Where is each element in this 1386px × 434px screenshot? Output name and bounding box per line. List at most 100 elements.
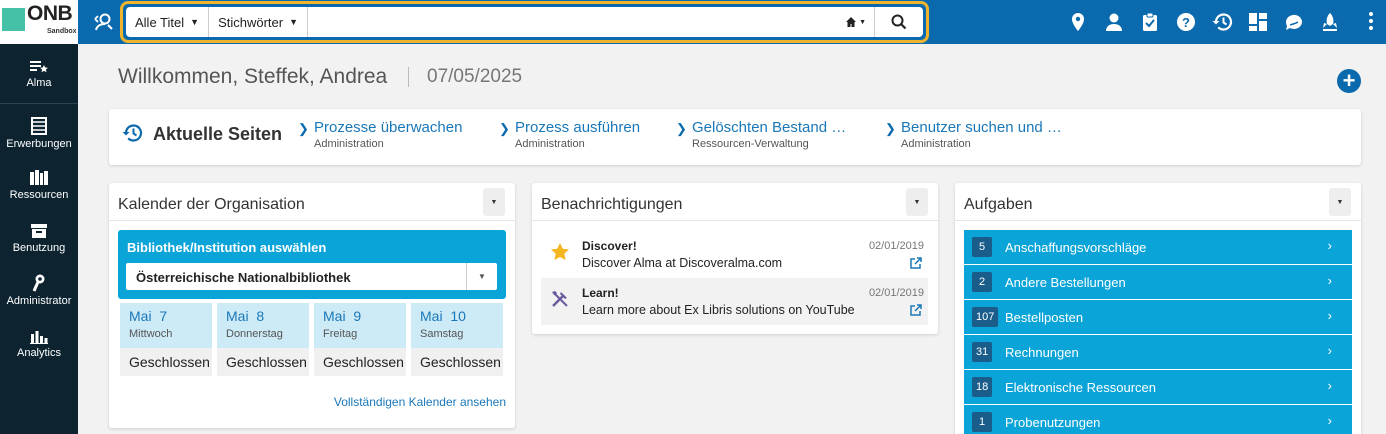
calendar-day[interactable]: Mai 9 Freitag Geschlossen: [314, 303, 406, 376]
sidebar-item-label: Administrator: [6, 295, 72, 307]
sidebar-item-alma[interactable]: Alma: [0, 60, 78, 89]
task-item[interactable]: 31 Rechnungen ›: [964, 335, 1352, 369]
task-label: Andere Bestellungen: [1005, 275, 1126, 290]
books-icon: [30, 170, 48, 185]
sidebar-item-analytics[interactable]: Analytics: [0, 330, 78, 359]
calendar-day-weekday: Samstag: [420, 328, 464, 340]
box-icon: [31, 224, 47, 238]
logo[interactable]: ONB Sandbox: [0, 0, 78, 44]
panel-title: Benachrichtigungen: [541, 196, 683, 213]
calendar-day[interactable]: Mai 10 Samstag Geschlossen: [411, 303, 503, 376]
launch-icon[interactable]: [1318, 10, 1342, 34]
panel-menu-button[interactable]: ▼: [1329, 188, 1351, 216]
recent-link-sub: Administration: [515, 138, 585, 150]
more-menu-icon[interactable]: [1368, 10, 1378, 34]
notification-title: Discover!: [582, 239, 637, 253]
task-item[interactable]: 5 Anschaffungsvorschläge ›: [964, 230, 1352, 264]
sidebar-item-erwerbungen[interactable]: Erwerbungen: [0, 117, 78, 150]
task-count-badge: 18: [972, 377, 993, 397]
logo-text: ONB: [27, 2, 73, 25]
chevron-down-icon: ▼: [490, 198, 498, 206]
chevron-down-icon: ▼: [289, 17, 299, 27]
task-item[interactable]: 18 Elektronische Ressourcen ›: [964, 370, 1352, 404]
history-icon[interactable]: [1210, 10, 1234, 34]
external-link-icon[interactable]: [910, 303, 922, 321]
task-count-badge: 107: [972, 307, 999, 327]
history-icon: [121, 122, 143, 149]
task-item[interactable]: 107 Bestellposten ›: [964, 300, 1352, 334]
calendar-day-status: Geschlossen: [314, 348, 406, 376]
institution-select[interactable]: Österreichische Nationalbibliothek ▼: [126, 263, 497, 290]
add-widget-button[interactable]: +: [1337, 69, 1361, 93]
sidebar-item-label: Alma: [26, 77, 52, 89]
task-item[interactable]: 1 Probenutzungen ›: [964, 405, 1352, 434]
clipboard-icon[interactable]: [1138, 10, 1162, 34]
calendar-day[interactable]: Mai 7 Mittwoch Geschlossen: [120, 303, 212, 376]
bar-chart-icon: [30, 331, 48, 344]
calendar-day[interactable]: Mai 8 Donnerstag Geschlossen: [217, 303, 309, 376]
chat-bubble-icon[interactable]: [1282, 10, 1306, 34]
chevron-right-icon: ›: [1327, 413, 1332, 428]
welcome-divider: [408, 67, 409, 87]
panel-menu-button[interactable]: ▼: [906, 188, 928, 216]
panel-menu-button[interactable]: ▼: [483, 188, 505, 216]
tools-icon: [550, 289, 570, 309]
notification-text: Learn more about Ex Libris solutions on …: [582, 303, 855, 317]
chevron-down-icon: ▼: [1336, 198, 1344, 206]
external-link-icon[interactable]: [910, 256, 922, 274]
help-icon[interactable]: ?: [1174, 10, 1198, 34]
alma-icon: [30, 61, 48, 73]
notification-date: 02/01/2019: [868, 287, 924, 299]
calendar-day-status: Geschlossen: [217, 348, 309, 376]
sidebar-item-label: Analytics: [16, 347, 62, 359]
sidebar-item-label: Benutzung: [12, 242, 66, 254]
calendar-day-date: Mai 7: [129, 308, 168, 324]
recent-link-title: Prozess ausführen: [515, 119, 641, 136]
ledger-icon: [31, 117, 47, 135]
search-input[interactable]: [308, 7, 837, 37]
calendar-day-header: Mai 10 Samstag: [411, 303, 503, 348]
sidebar-item-administrator[interactable]: Administrator: [0, 274, 78, 307]
panel-header: Kalender der Organisation ▼: [109, 183, 515, 221]
chevron-right-icon: ❯: [298, 121, 309, 136]
chevron-right-icon: ❯: [885, 121, 896, 136]
persona-search-icon[interactable]: [92, 10, 116, 34]
chevron-right-icon: ❯: [499, 121, 510, 136]
notification-item[interactable]: Learn! Learn more about Ex Libris soluti…: [541, 278, 928, 325]
sidebar-item-label: Erwerbungen: [6, 138, 72, 150]
search-scope-label: Alle Titel: [135, 14, 185, 30]
institution-select-toggle[interactable]: ▼: [466, 263, 497, 290]
recent-link-sub: Administration: [314, 138, 384, 150]
full-calendar-link[interactable]: Vollständigen Kalender ansehen: [334, 395, 506, 409]
wrench-icon: [32, 274, 45, 292]
search-scope-dropdown[interactable]: Alle Titel ▼: [126, 7, 210, 37]
calendar-day-status: Geschlossen: [411, 348, 503, 376]
recent-link-title: Benutzer suchen und …: [901, 119, 1062, 136]
search-home-dropdown[interactable]: ▼: [837, 7, 875, 37]
institution-selector-label: Bibliothek/Institution auswählen: [127, 240, 327, 255]
chevron-right-icon: ❯: [676, 121, 687, 136]
sidebar-divider: [0, 103, 78, 104]
user-icon[interactable]: [1102, 10, 1126, 34]
task-label: Probenutzungen: [1005, 415, 1101, 430]
calendar-day-date: Mai 10: [420, 308, 466, 324]
dashboard-grid-icon[interactable]: [1246, 10, 1270, 34]
chevron-right-icon: ›: [1327, 308, 1332, 323]
sidebar-item-ressourcen[interactable]: Ressourcen: [0, 170, 78, 201]
task-count-badge: 2: [972, 272, 992, 292]
search-button[interactable]: [875, 7, 923, 37]
welcome-greeting: Willkommen, Steffek, Andrea: [118, 65, 388, 88]
star-icon: [550, 242, 570, 262]
notification-item[interactable]: Discover! Discover Alma at Discoveralma.…: [541, 231, 928, 278]
search-field-label: Stichwörter: [218, 14, 284, 30]
chevron-right-icon: ›: [1327, 238, 1332, 253]
calendar-day-weekday: Mittwoch: [129, 328, 173, 340]
notification-text: Discover Alma at Discoveralma.com: [582, 256, 783, 270]
home-icon: [846, 17, 857, 27]
calendar-day-date: Mai 8: [226, 308, 265, 324]
sidebar-item-benutzung[interactable]: Benutzung: [0, 223, 78, 254]
toolbar-icons: ?: [1066, 10, 1342, 34]
location-pin-icon[interactable]: [1066, 10, 1090, 34]
search-field-dropdown[interactable]: Stichwörter ▼: [209, 7, 309, 37]
task-item[interactable]: 2 Andere Bestellungen ›: [964, 265, 1352, 299]
